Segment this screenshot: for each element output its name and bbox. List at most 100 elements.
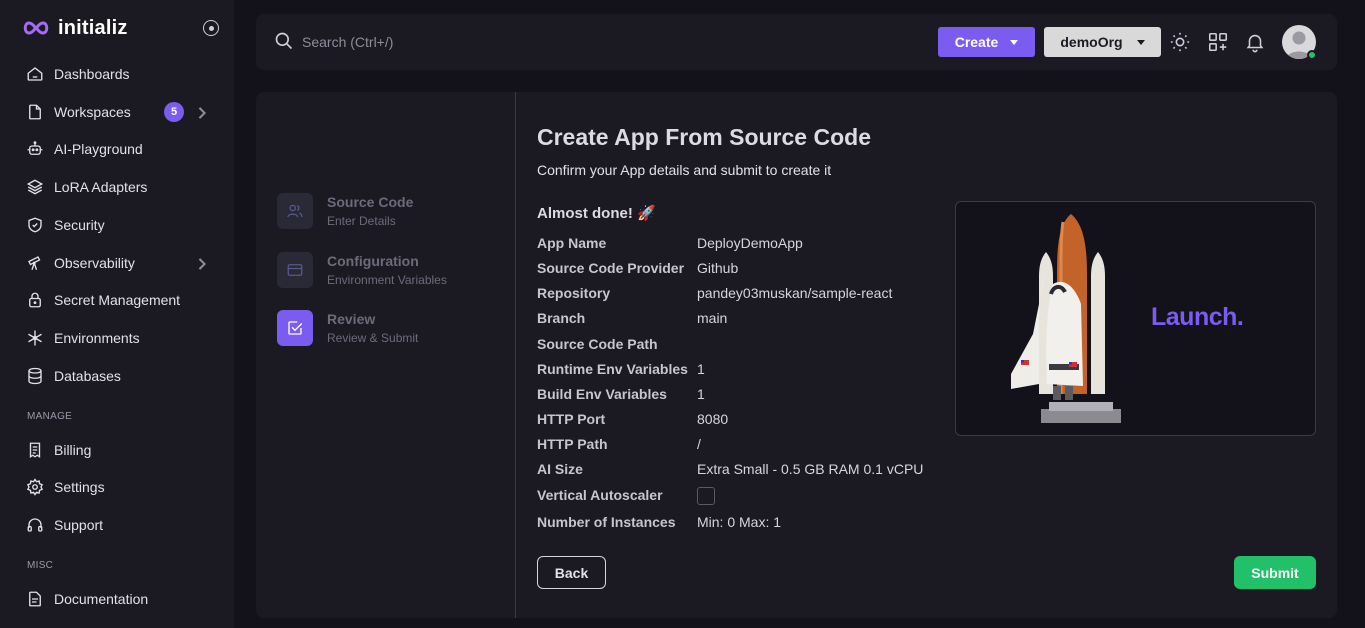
step-subtitle: Environment Variables	[327, 273, 447, 287]
almost-done-heading: Almost done! 🚀	[537, 205, 656, 222]
create-button[interactable]: Create	[938, 27, 1035, 57]
step-icon-box	[277, 193, 313, 229]
vertical-autoscaler-checkbox[interactable]	[697, 487, 715, 505]
sidebar-item-label: Billing	[54, 442, 92, 458]
detail-label: App Name	[537, 235, 607, 251]
detail-value: 1	[697, 361, 705, 377]
sun-icon[interactable]	[1169, 31, 1191, 53]
org-selector[interactable]: demoOrg	[1044, 27, 1161, 57]
step-configuration[interactable]: Configuration Environment Variables	[277, 252, 497, 288]
headphones-icon	[27, 518, 43, 532]
step-source-code[interactable]: Source Code Enter Details	[277, 193, 497, 229]
detail-value: DeployDemoApp	[697, 235, 803, 251]
telescope-icon	[28, 256, 41, 270]
sidebar-item-documentation[interactable]: Documentation	[26, 587, 216, 611]
lock-icon	[29, 292, 41, 308]
sidebar-item-ai-playground[interactable]: AI-Playground	[26, 137, 216, 161]
layers-icon	[26, 179, 44, 195]
sidebar-item-secret-management[interactable]: Secret Management	[26, 288, 216, 312]
home-icon	[27, 67, 43, 81]
sidebar-item-settings[interactable]: Settings	[26, 475, 216, 499]
sidebar-item-databases[interactable]: Databases	[26, 364, 216, 388]
file-icon	[29, 104, 41, 120]
sidebar-item-label: Environments	[54, 330, 140, 346]
radio-dot-icon	[208, 25, 214, 31]
space-shuttle-icon	[1011, 214, 1121, 423]
page-subtitle: Confirm your App details and submit to c…	[537, 162, 832, 178]
sidebar-item-dashboards[interactable]: Dashboards	[26, 62, 216, 86]
sidebar-item-label: Workspaces	[54, 104, 131, 120]
detail-label: Number of Instances	[537, 514, 676, 530]
step-subtitle: Enter Details	[327, 214, 396, 228]
detail-label: Build Env Variables	[537, 386, 667, 402]
step-subtitle: Review & Submit	[327, 331, 419, 345]
chevron-right-icon[interactable]	[193, 255, 211, 273]
section-label-misc: MISC	[27, 560, 54, 571]
create-app-panel: Source Code Enter Details Configuration …	[256, 92, 1337, 618]
submit-button[interactable]: Submit	[1234, 556, 1316, 589]
sidebar-item-lora-adapters[interactable]: LoRA Adapters	[26, 175, 216, 199]
sidebar-item-label: LoRA Adapters	[54, 179, 148, 195]
sidebar-item-label: AI-Playground	[54, 141, 143, 157]
caret-down-icon	[1010, 39, 1019, 45]
section-label-manage: MANAGE	[27, 411, 73, 422]
sidebar-item-observability[interactable]: Observability	[26, 251, 216, 275]
sidebar-item-label: Settings	[54, 479, 105, 495]
sidebar-item-label: Secret Management	[54, 292, 181, 308]
page-scrollbar[interactable]	[1355, 0, 1365, 628]
database-icon	[28, 367, 42, 385]
detail-value: pandey03muskan/sample-react	[697, 285, 893, 301]
infinity-logo-icon	[23, 21, 49, 35]
step-icon-box	[277, 252, 313, 288]
apps-add-icon[interactable]	[1207, 31, 1229, 53]
create-button-label: Create	[954, 34, 999, 50]
chevron-right-icon[interactable]	[193, 104, 211, 122]
sidebar: initializ Dashboards Workspaces 5 AI-Pla…	[0, 0, 234, 628]
detail-value: Github	[697, 260, 739, 276]
sidebar-item-label: Documentation	[54, 591, 149, 607]
bell-icon[interactable]	[1244, 31, 1266, 53]
detail-label: Source Code Provider	[537, 260, 685, 276]
sidebar-item-label: Security	[54, 217, 105, 233]
topbar: Create demoOrg	[256, 14, 1337, 70]
detail-label: HTTP Path	[537, 436, 608, 452]
snowflake-icon	[28, 330, 42, 346]
robot-icon	[27, 141, 43, 155]
step-title: Source Code	[327, 194, 414, 210]
stepper-divider	[515, 92, 516, 618]
online-status-indicator	[1307, 50, 1317, 60]
sidebar-item-support[interactable]: Support	[26, 513, 216, 537]
search-input[interactable]	[302, 30, 602, 54]
sidebar-item-label: Dashboards	[54, 66, 130, 82]
sidebar-collapse-button[interactable]	[203, 20, 219, 36]
detail-value: Extra Small - 0.5 GB RAM 0.1 vCPU	[697, 461, 924, 477]
launch-illustration-card: Launch.	[955, 201, 1316, 436]
detail-value: Min: 0 Max: 1	[697, 514, 782, 530]
receipt-icon	[29, 442, 41, 459]
sidebar-item-security[interactable]: Security	[26, 213, 216, 237]
org-selector-label: demoOrg	[1060, 34, 1123, 50]
detail-value: 8080	[697, 411, 729, 427]
shield-icon	[28, 217, 42, 233]
back-button[interactable]: Back	[537, 556, 606, 589]
detail-label: Branch	[537, 310, 586, 326]
users-icon	[287, 204, 303, 218]
search-icon	[275, 32, 293, 50]
sidebar-item-label: Databases	[54, 368, 121, 384]
sidebar-item-workspaces[interactable]: Workspaces 5	[26, 100, 216, 124]
card-icon	[287, 264, 303, 276]
detail-label: AI Size	[537, 461, 583, 477]
sidebar-item-label: Observability	[54, 255, 135, 271]
sidebar-item-billing[interactable]: Billing	[26, 438, 216, 462]
sidebar-item-environments[interactable]: Environments	[26, 326, 216, 350]
detail-label: HTTP Port	[537, 411, 606, 427]
detail-label: Vertical Autoscaler	[537, 487, 663, 503]
gear-icon	[26, 478, 44, 496]
workspaces-count-badge: 5	[164, 102, 184, 122]
detail-label: Repository	[537, 285, 611, 301]
brand[interactable]: initializ	[22, 16, 128, 40]
step-icon-box	[277, 310, 313, 346]
step-review[interactable]: Review Review & Submit	[277, 310, 497, 346]
page-title: Create App From Source Code	[537, 124, 871, 150]
step-title: Review	[327, 311, 376, 327]
